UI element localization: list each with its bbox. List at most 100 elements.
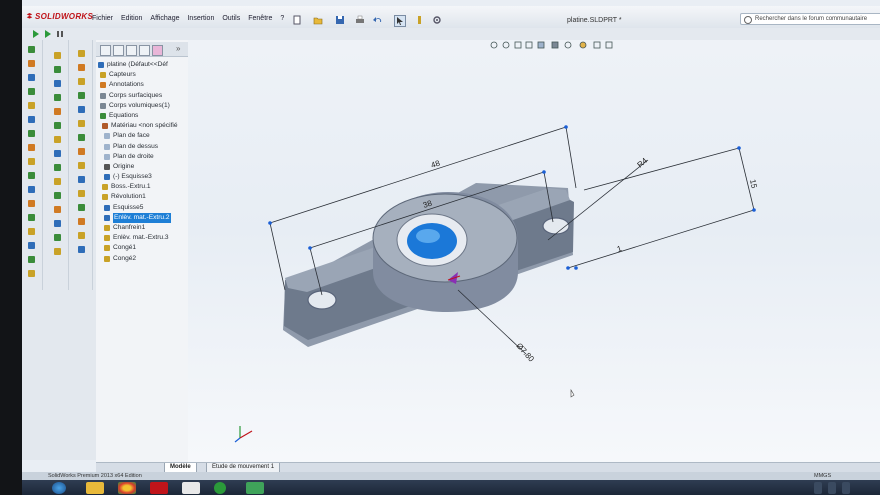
tray-icon[interactable] xyxy=(814,482,822,494)
tool-icon[interactable] xyxy=(54,178,61,185)
feature-tree-item[interactable]: Révolution1 xyxy=(96,192,188,202)
feature-tree-tab-icon[interactable] xyxy=(100,45,111,56)
open-folder-icon[interactable] xyxy=(313,15,323,25)
tool-icon[interactable] xyxy=(28,74,35,81)
feature-tree-item[interactable]: Capteurs xyxy=(96,70,188,80)
view-orientation-icon[interactable] xyxy=(537,41,545,49)
feature-tree-item[interactable]: Plan de face xyxy=(96,131,188,141)
tray-icon[interactable] xyxy=(828,482,836,494)
feature-tree-item[interactable]: Boss.-Extru.1 xyxy=(96,182,188,192)
menu-help[interactable]: ? xyxy=(276,15,288,22)
tool-icon[interactable] xyxy=(28,256,35,263)
menu-affichage[interactable]: Affichage xyxy=(146,15,183,22)
start-button-icon[interactable] xyxy=(52,482,66,494)
chrome-icon[interactable] xyxy=(118,482,136,494)
tool-icon[interactable] xyxy=(54,234,61,241)
rebuild-icon[interactable] xyxy=(415,15,425,25)
menu-fichier[interactable]: Fichier xyxy=(88,15,117,22)
section-view-icon[interactable] xyxy=(525,41,533,49)
tool-icon[interactable] xyxy=(54,122,61,129)
pause-icon[interactable] xyxy=(56,30,64,38)
feature-tree-item[interactable]: Corps volumiques(1) xyxy=(96,101,188,111)
feature-tree-item[interactable]: Enlèv. mat.-Extru.2 xyxy=(96,212,188,223)
hide-show-icon[interactable] xyxy=(564,41,572,49)
tool-icon[interactable] xyxy=(28,186,35,193)
tool-icon[interactable] xyxy=(78,190,85,197)
tool-icon[interactable] xyxy=(78,64,85,71)
tool-icon[interactable] xyxy=(54,52,61,59)
print-icon[interactable] xyxy=(355,15,365,25)
tool-icon[interactable] xyxy=(78,218,85,225)
view-settings-icon[interactable] xyxy=(605,41,613,49)
tool-icon[interactable] xyxy=(54,248,61,255)
search-input[interactable]: Rechercher dans le forum communautaire xyxy=(740,13,880,25)
explorer-icon[interactable] xyxy=(86,482,104,494)
undo-icon[interactable] xyxy=(373,15,383,25)
feature-tree-item[interactable]: Annotations xyxy=(96,80,188,90)
tool-icon[interactable] xyxy=(78,246,85,253)
tool-icon[interactable] xyxy=(78,106,85,113)
tool-icon[interactable] xyxy=(28,270,35,277)
tool-icon[interactable] xyxy=(78,50,85,57)
tool-icon[interactable] xyxy=(28,200,35,207)
tool-icon[interactable] xyxy=(28,88,35,95)
feature-tree-item[interactable]: Congé2 xyxy=(96,254,188,264)
tool-icon[interactable] xyxy=(78,120,85,127)
tool-icon[interactable] xyxy=(54,164,61,171)
feature-tree-item[interactable]: Congé1 xyxy=(96,243,188,253)
save-icon[interactable] xyxy=(335,15,345,25)
tool-icon[interactable] xyxy=(54,220,61,227)
tool-icon[interactable] xyxy=(78,176,85,183)
app-task-icon[interactable] xyxy=(246,482,264,494)
tool-icon[interactable] xyxy=(54,150,61,157)
menu-fenetre[interactable]: Fenêtre xyxy=(244,15,276,22)
tool-icon[interactable] xyxy=(54,66,61,73)
display-tab-icon[interactable] xyxy=(152,45,163,56)
scene-icon[interactable] xyxy=(593,41,601,49)
tool-icon[interactable] xyxy=(78,232,85,239)
select-arrow-icon[interactable] xyxy=(394,15,406,27)
display-style-icon[interactable] xyxy=(551,41,559,49)
tool-icon[interactable] xyxy=(28,116,35,123)
tray-icon[interactable] xyxy=(842,482,850,494)
tool-icon[interactable] xyxy=(28,60,35,67)
zoom-area-icon[interactable] xyxy=(502,41,510,49)
feature-tree-item[interactable]: Chanfrein1 xyxy=(96,223,188,233)
tool-icon[interactable] xyxy=(78,78,85,85)
property-tab-icon[interactable] xyxy=(113,45,124,56)
app-task-icon[interactable] xyxy=(182,482,200,494)
tool-icon[interactable] xyxy=(78,92,85,99)
tool-icon[interactable] xyxy=(28,172,35,179)
dimxpert-tab-icon[interactable] xyxy=(139,45,150,56)
feature-tree-item[interactable]: Plan de dessus xyxy=(96,142,188,152)
play-green-icon[interactable] xyxy=(32,30,40,38)
menu-insertion[interactable]: Insertion xyxy=(183,15,218,22)
tool-icon[interactable] xyxy=(28,46,35,53)
tool-icon[interactable] xyxy=(28,214,35,221)
tool-icon[interactable] xyxy=(78,204,85,211)
feature-tree-item[interactable]: (-) Esquisse3 xyxy=(96,172,188,182)
expand-chevron-icon[interactable]: » xyxy=(176,44,180,53)
feature-tree-item[interactable]: Equations xyxy=(96,111,188,121)
tool-icon[interactable] xyxy=(54,206,61,213)
feature-tree-item[interactable]: Enlèv. mat.-Extru.3 xyxy=(96,233,188,243)
step-green-icon[interactable] xyxy=(44,30,52,38)
solidworks-task-icon[interactable] xyxy=(150,482,168,494)
feature-tree-item[interactable]: platine (Défaut<<Déf xyxy=(96,60,188,70)
dimension-15[interactable]: 15 xyxy=(748,179,759,190)
options-gear-icon[interactable] xyxy=(432,15,442,25)
tool-icon[interactable] xyxy=(78,134,85,141)
tool-icon[interactable] xyxy=(28,144,35,151)
tool-icon[interactable] xyxy=(54,136,61,143)
menu-edition[interactable]: Edition xyxy=(117,15,146,22)
dimension-diameter[interactable]: Ø7.80 xyxy=(515,341,537,364)
tool-icon[interactable] xyxy=(28,102,35,109)
feature-tree-item[interactable]: Corps surfaciques xyxy=(96,91,188,101)
feature-tree-item[interactable]: Origine xyxy=(96,162,188,172)
feature-tree-item[interactable]: Esquisse5 xyxy=(96,203,188,213)
tool-icon[interactable] xyxy=(54,80,61,87)
menu-outils[interactable]: Outils xyxy=(218,15,244,22)
zoom-to-fit-icon[interactable] xyxy=(490,41,498,49)
feature-tree-item[interactable]: Matériau <non spécifié xyxy=(96,121,188,131)
previous-view-icon[interactable] xyxy=(514,41,522,49)
